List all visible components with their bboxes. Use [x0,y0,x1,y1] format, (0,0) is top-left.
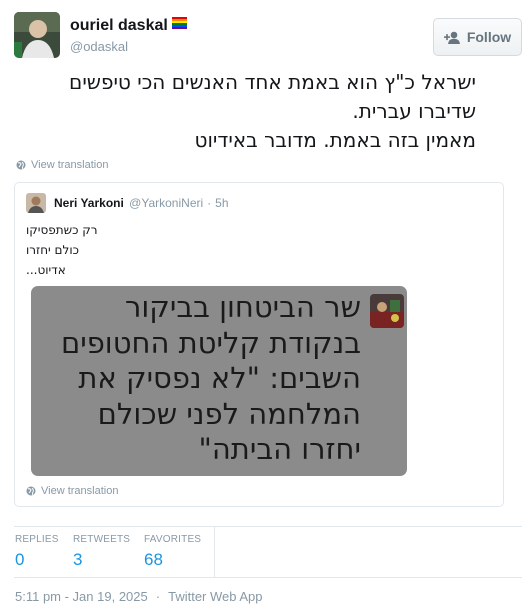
quoted-tweet[interactable]: Neri Yarkoni @YarkoniNeri · 5h רק כשתפסיקו… [14,182,504,507]
quoted-line: אדיוט... [26,263,66,277]
quoted-author-handle[interactable]: @YarkoniNeri [129,196,203,210]
view-translation-label[interactable]: View translation [31,159,108,171]
quoted-view-translation-label[interactable]: View translation [41,485,118,497]
retweets-label: RETWEETS [73,534,131,545]
tweet-source[interactable]: Twitter Web App [168,589,262,604]
image-caption-line: שר הביטחון בביקור [125,290,361,324]
tweet-header: ouriel daskal @odaskal Follow [14,12,522,64]
image-caption-line: בנקודת קליטת החטופים [60,325,361,360]
image-caption-line: המלחמה לפני שכולם [97,396,361,431]
retweets-count[interactable]: 3 [73,550,130,570]
avatar[interactable] [14,12,60,58]
follow-button[interactable]: Follow [433,18,522,56]
author-name-text[interactable]: ouriel daskal [70,17,168,34]
image-caption-line: יחזרו הביתה" [198,432,361,466]
quoted-avatar[interactable] [26,193,46,213]
globe-icon [26,486,36,496]
quoted-author[interactable]: Neri Yarkoni @YarkoniNeri · 5h [54,196,229,210]
tweet-footer: 5:11 pm - Jan 19, 2025 · Twitter Web App [15,589,263,604]
follow-user-icon [443,31,460,44]
stats-divider-bottom [14,577,522,578]
view-translation-link[interactable]: View translation [16,159,108,171]
tweet-line: מאמין בזה באמת. מדובר באידיוט [194,128,476,152]
stats-divider-top [14,526,522,527]
favorites-stat[interactable]: FAVORITES 68 [144,534,201,570]
replies-label: REPLIES [15,534,59,545]
quoted-view-translation-link[interactable]: View translation [26,485,118,497]
retweets-stat[interactable]: RETWEETS 3 [73,534,130,570]
tweet-line: ישראל כ"ץ הוא באמת אחד האנשים הכי טיפשים [69,70,476,94]
quoted-text: רק כשתפסיקו כולם יחזרו אדיוט... [26,220,146,280]
footer-separator: · [155,589,161,604]
tweet-line: שדיברו עברית. [352,99,476,123]
quoted-time[interactable]: 5h [215,196,228,210]
tweet-text: ישראל כ"ץ הוא באמת אחד האנשים הכי טיפשים… [6,68,476,155]
globe-icon [16,160,26,170]
favorites-label: FAVORITES [144,534,202,545]
quoted-line: רק כשתפסיקו [26,223,98,237]
author-handle[interactable]: @odaskal [70,39,128,54]
favorites-count[interactable]: 68 [144,550,201,570]
quoted-separator: · [207,196,212,210]
image-caption-line: השבים: "לא נפסיק את [78,361,361,395]
stats-separator [214,526,215,577]
tweet-timestamp[interactable]: 5:11 pm - Jan 19, 2025 [15,589,148,604]
author-name[interactable]: ouriel daskal [70,16,187,35]
follow-label: Follow [466,29,512,45]
quoted-line: כולם יחזרו [26,243,79,257]
rainbow-flag-icon [171,16,187,29]
quoted-author-name[interactable]: Neri Yarkoni [54,196,124,210]
image-thumbnail [370,294,404,328]
image-caption: שר הביטחון בביקור בנקודת קליטת החטופים ה… [31,290,361,468]
replies-stat[interactable]: REPLIES 0 [15,534,59,570]
quoted-image[interactable]: שר הביטחון בביקור בנקודת קליטת החטופים ה… [31,286,407,476]
replies-count[interactable]: 0 [15,550,59,570]
